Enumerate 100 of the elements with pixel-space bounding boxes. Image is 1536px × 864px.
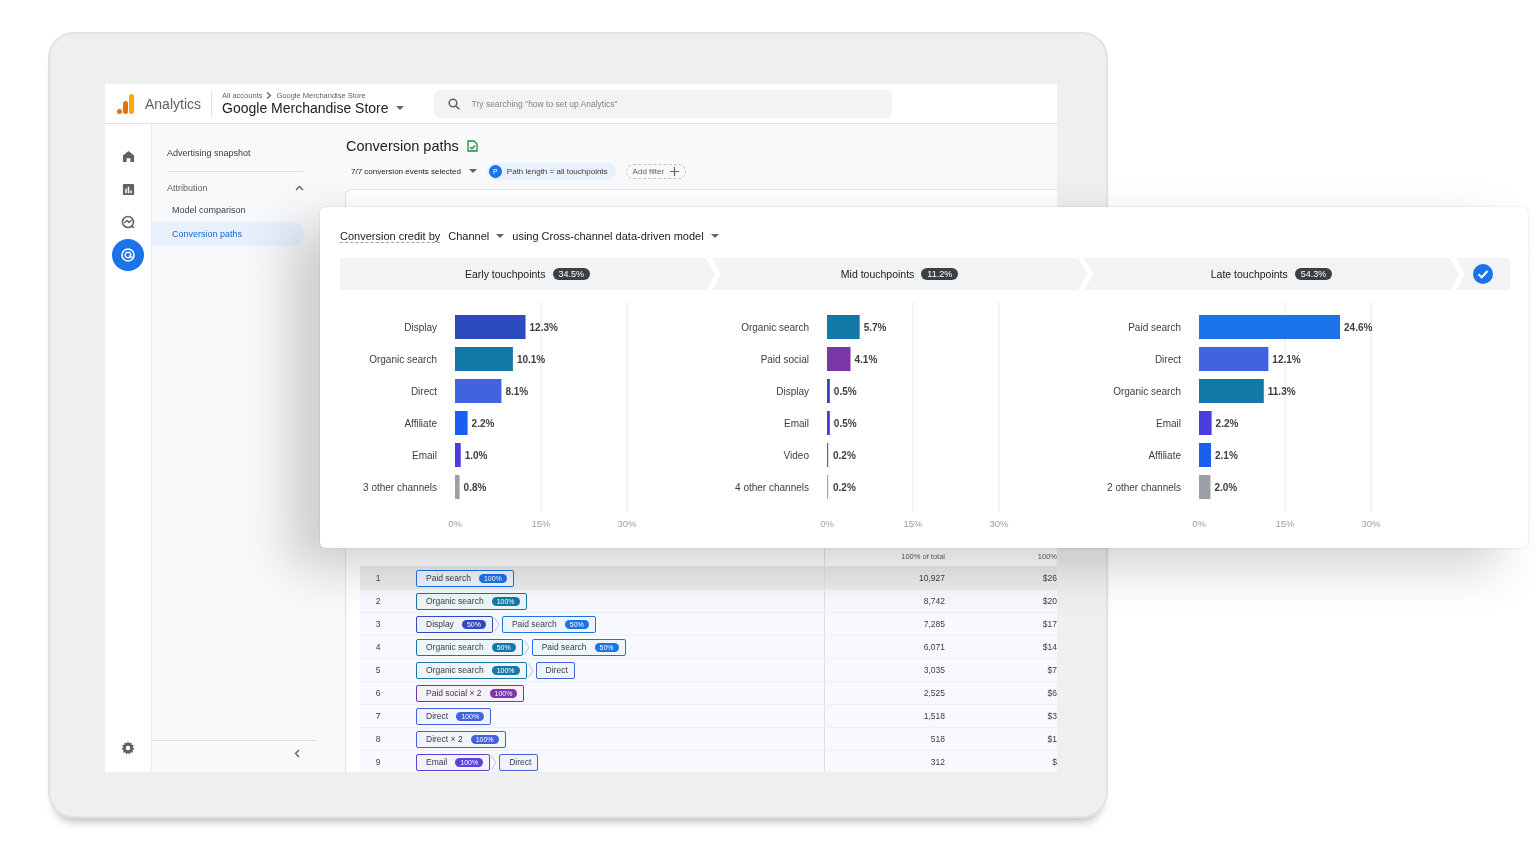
channel-label: Organic search bbox=[426, 665, 484, 675]
advertising-nav-button[interactable] bbox=[112, 239, 144, 271]
chevron-icon bbox=[523, 639, 530, 655]
chevron-right-icon bbox=[266, 92, 273, 99]
chevron-icon bbox=[527, 662, 534, 678]
channel-label: Direct bbox=[426, 711, 449, 721]
property-selector[interactable]: Google Merchandise Store bbox=[222, 100, 404, 116]
category-label: 3 other channels bbox=[363, 482, 437, 493]
table-cell-text: 8,742 bbox=[922, 596, 945, 606]
search-icon bbox=[447, 97, 460, 110]
search-field[interactable]: Try searching "how to set up Analytics" bbox=[433, 89, 892, 118]
stage-label: Mid touchpoints bbox=[840, 268, 915, 280]
category-label: Organic search bbox=[1113, 386, 1181, 397]
chevron-icon bbox=[491, 754, 498, 770]
share-badge: 34.5% bbox=[552, 268, 591, 280]
plus-icon bbox=[670, 167, 680, 176]
table-cell-text: $1 bbox=[1046, 734, 1057, 744]
explore-icon bbox=[121, 215, 135, 229]
value-label: 8.1% bbox=[505, 386, 529, 397]
category-label: Affiliate bbox=[1148, 450, 1181, 461]
category-label: Paid social bbox=[760, 354, 809, 365]
row-number: 8 bbox=[374, 734, 382, 744]
tick-label: 30% bbox=[617, 518, 637, 529]
value-label: 12.3% bbox=[529, 322, 558, 333]
caret-down-icon bbox=[395, 105, 404, 111]
app-name: Analytics bbox=[145, 95, 202, 112]
category-label: Organic search bbox=[369, 354, 437, 365]
channel-label: Paid search bbox=[426, 573, 471, 583]
table-cell-text: 312 bbox=[929, 757, 945, 767]
stage-label: Early touchpoints bbox=[464, 268, 546, 280]
category-label: Direct bbox=[410, 386, 437, 397]
caret-up-icon bbox=[295, 185, 304, 191]
home-icon bbox=[121, 149, 135, 163]
tick-label: 0% bbox=[820, 518, 834, 529]
caret-down-icon bbox=[496, 233, 505, 239]
report-status-icon bbox=[466, 140, 478, 152]
category-label: Organic search bbox=[741, 322, 809, 333]
value-label: 5.7% bbox=[863, 322, 887, 333]
table-cell-text: 2,525 bbox=[922, 688, 945, 698]
row-number: 4 bbox=[374, 642, 382, 652]
sidebar-item[interactable]: Conversion paths bbox=[152, 222, 304, 246]
table-cell-text: 1,518 bbox=[922, 711, 945, 721]
table-cell-text: $26 bbox=[1041, 573, 1057, 583]
sidebar-item[interactable]: Model comparison bbox=[152, 198, 304, 222]
table-cell-text: $3 bbox=[1046, 711, 1057, 721]
share-badge: 54.3% bbox=[1294, 268, 1333, 280]
row-number: 7 bbox=[374, 711, 382, 721]
channel-label: Paid social × 2 bbox=[426, 688, 482, 698]
table-cell-text: $20 bbox=[1041, 596, 1057, 606]
value-label: 0.2% bbox=[833, 450, 856, 461]
value-label: 11.3% bbox=[1267, 386, 1296, 397]
category-label: 2 other channels bbox=[1107, 482, 1181, 493]
tick-label: 0% bbox=[1192, 518, 1206, 529]
row-number: 9 bbox=[374, 757, 382, 767]
value-label: 1.0% bbox=[464, 450, 488, 461]
tick-label: 15% bbox=[903, 518, 923, 529]
value-label: 2.0% bbox=[1214, 482, 1238, 493]
tick-label: 15% bbox=[531, 518, 551, 529]
table-cell-text: $14 bbox=[1041, 642, 1057, 652]
table-cell-text: 6,071 bbox=[922, 642, 945, 652]
chevron-icon bbox=[493, 616, 500, 632]
caret-down-icon bbox=[710, 233, 719, 239]
value-label: 0.8% bbox=[463, 482, 487, 493]
value-label: 2.2% bbox=[471, 418, 495, 429]
model-dropdown[interactable]: using Cross-channel data-driven model bbox=[512, 230, 719, 242]
value-label: 0.5% bbox=[833, 418, 857, 429]
tick-label: 15% bbox=[1275, 518, 1295, 529]
share-badge: 11.2% bbox=[921, 268, 959, 280]
settings-icon bbox=[121, 741, 135, 755]
table-cell-text: 7,285 bbox=[922, 619, 945, 629]
target-cursor-icon bbox=[120, 247, 136, 263]
table-cell-text: $6 bbox=[1046, 688, 1057, 698]
category-label: Email bbox=[412, 450, 437, 461]
category-label: Display bbox=[776, 386, 809, 397]
conversion-events-dropdown[interactable]: 7/7 conversion events selected bbox=[351, 167, 477, 176]
page-title: Conversion paths bbox=[346, 138, 459, 154]
sidebar-section-header[interactable]: Attribution bbox=[167, 178, 304, 198]
row-number: 3 bbox=[374, 619, 382, 629]
table-cell-text: $7 bbox=[1046, 665, 1057, 675]
row-number: 1 bbox=[374, 573, 382, 583]
value-label: 0.5% bbox=[833, 386, 857, 397]
value-label: 0.2% bbox=[833, 482, 856, 493]
row-number: 6 bbox=[374, 688, 382, 698]
channel-label: Paid search bbox=[541, 642, 587, 652]
dimension-dropdown[interactable]: Channel bbox=[448, 230, 505, 242]
credit-label: Conversion credit by bbox=[340, 229, 441, 243]
sidebar-item[interactable]: Advertising snapshot bbox=[152, 141, 304, 165]
category-label: Email bbox=[1156, 418, 1181, 429]
table-cell-text: 3,035 bbox=[922, 665, 945, 675]
channel-label: Organic search bbox=[426, 642, 484, 652]
table-cell-text: 518 bbox=[929, 734, 945, 744]
filter-chip-label: Path length = all touchpoints bbox=[506, 167, 608, 176]
caret-down-icon bbox=[468, 169, 477, 174]
table-cell-text: $ bbox=[1051, 757, 1057, 767]
tick-label: 30% bbox=[989, 518, 1009, 529]
category-label: 4 other channels bbox=[735, 482, 809, 493]
bar-chart-icon bbox=[121, 182, 135, 196]
channel-label: Display bbox=[426, 619, 454, 629]
category-label: Affiliate bbox=[404, 418, 437, 429]
channel-label: Direct bbox=[545, 665, 568, 675]
